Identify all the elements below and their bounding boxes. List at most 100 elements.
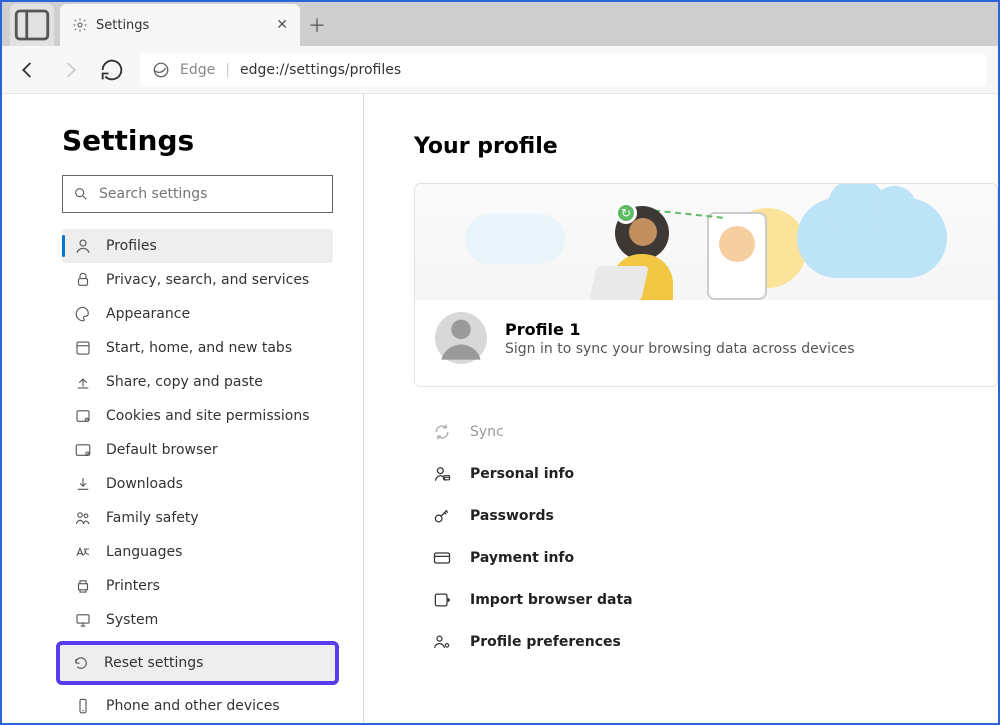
page-title: Your profile: [414, 134, 998, 159]
sidebar-item-label: Printers: [106, 578, 160, 594]
printer-icon: [74, 577, 92, 595]
sidebar-item-share-copy-and-paste[interactable]: Share, copy and paste: [62, 365, 333, 399]
system-icon: [74, 611, 92, 629]
settings-sidebar: Settings Profiles Privacy, search, and se…: [2, 94, 364, 723]
profile-card: Profile 1 Sign in to sync your browsing …: [414, 183, 998, 387]
sidebar-item-label: System: [106, 612, 158, 628]
sidebar-item-label: Appearance: [106, 306, 190, 322]
sidebar-item-label: Start, home, and new tabs: [106, 340, 292, 356]
tab-actions-button[interactable]: [10, 4, 54, 46]
sidebar-item-default-browser[interactable]: Default browser: [62, 433, 333, 467]
start-icon: [74, 339, 92, 357]
option-label: Payment info: [470, 550, 574, 566]
refresh-button[interactable]: [98, 56, 126, 84]
address-separator: |: [225, 62, 230, 78]
cookie-icon: [74, 407, 92, 425]
paint-icon: [74, 305, 92, 323]
option-label: Personal info: [470, 466, 574, 482]
profile-icon: [74, 237, 92, 255]
forward-button[interactable]: [56, 56, 84, 84]
option-label: Passwords: [470, 508, 554, 524]
laptop-illustration: [589, 266, 648, 300]
edge-logo-icon: [152, 61, 170, 79]
sidebar-item-downloads[interactable]: Downloads: [62, 467, 333, 501]
reset-icon: [72, 654, 90, 672]
tab-strip: Settings ✕ ＋: [2, 2, 998, 46]
option-profile-preferences[interactable]: Profile preferences: [414, 621, 998, 663]
phone-illustration: [707, 212, 767, 300]
gear-icon: [72, 17, 88, 33]
search-settings[interactable]: [62, 175, 333, 213]
toolbar: Edge | edge://settings/profiles: [2, 46, 998, 94]
option-passwords[interactable]: Passwords: [414, 495, 998, 537]
main-panel: Your profile Profile 1 Sign in to sync y…: [364, 94, 998, 723]
profile-row[interactable]: Profile 1 Sign in to sync your browsing …: [415, 300, 997, 386]
option-label: Sync: [470, 424, 504, 440]
search-icon: [73, 186, 89, 202]
sidebar-item-label: Privacy, search, and services: [106, 272, 309, 288]
tab-settings[interactable]: Settings ✕: [60, 4, 300, 46]
sidebar-item-label: Profiles: [106, 238, 157, 254]
nav-list: Profiles Privacy, search, and services App…: [62, 229, 333, 723]
sidebar-item-cookies-and-site-permissions[interactable]: Cookies and site permissions: [62, 399, 333, 433]
page-content: Settings Profiles Privacy, search, and se…: [2, 94, 998, 723]
sidebar-item-label: Reset settings: [104, 655, 203, 671]
address-path: edge://settings/profiles: [240, 62, 401, 78]
sidebar-item-privacy-search-and-services[interactable]: Privacy, search, and services: [62, 263, 333, 297]
sidebar-item-family-safety[interactable]: Family safety: [62, 501, 333, 535]
sidebar-item-label: Downloads: [106, 476, 183, 492]
profile-text: Profile 1 Sign in to sync your browsing …: [505, 320, 855, 357]
tab-title: Settings: [96, 18, 149, 33]
sidebar-heading: Settings: [62, 124, 333, 157]
phone-icon: [74, 697, 92, 715]
profile-description: Sign in to sync your browsing data acros…: [505, 341, 855, 357]
avatar: [435, 312, 487, 364]
prefs-icon: [432, 632, 452, 652]
sidebar-item-reset-settings[interactable]: Reset settings: [60, 645, 335, 681]
sidebar-item-appearance[interactable]: Appearance: [62, 297, 333, 331]
sidebar-item-label: Cookies and site permissions: [106, 408, 310, 424]
sidebar-item-label: Share, copy and paste: [106, 374, 263, 390]
profile-name: Profile 1: [505, 320, 855, 339]
highlighted-nav-item: Reset settings: [56, 641, 339, 685]
lock-icon: [74, 271, 92, 289]
import-icon: [432, 590, 452, 610]
sidebar-item-profiles[interactable]: Profiles: [62, 229, 333, 263]
close-tab-button[interactable]: ✕: [276, 17, 288, 33]
new-tab-button[interactable]: ＋: [300, 4, 334, 46]
cloud-icon: [465, 214, 565, 264]
option-label: Profile preferences: [470, 634, 621, 650]
address-host: Edge: [180, 62, 215, 78]
browser-icon: [74, 441, 92, 459]
personal-icon: [432, 464, 452, 484]
profile-options: Sync Personal info Passwords Payment info Im…: [414, 411, 998, 663]
option-import-browser-data[interactable]: Import browser data: [414, 579, 998, 621]
key-icon: [432, 506, 452, 526]
profile-banner: [415, 184, 997, 300]
sidebar-item-printers[interactable]: Printers: [62, 569, 333, 603]
sidebar-item-label: Languages: [106, 544, 182, 560]
option-label: Import browser data: [470, 592, 633, 608]
sidebar-item-phone-and-other-devices[interactable]: Phone and other devices: [62, 689, 333, 723]
option-personal-info[interactable]: Personal info: [414, 453, 998, 495]
back-button[interactable]: [14, 56, 42, 84]
address-bar[interactable]: Edge | edge://settings/profiles: [140, 53, 986, 87]
sidebar-item-languages[interactable]: Languages: [62, 535, 333, 569]
tab-overview-icon: [10, 4, 54, 46]
sidebar-item-label: Phone and other devices: [106, 698, 280, 714]
sidebar-item-start-home-and-new-tabs[interactable]: Start, home, and new tabs: [62, 331, 333, 365]
cloud-icon: [797, 198, 947, 278]
option-payment-info[interactable]: Payment info: [414, 537, 998, 579]
sidebar-item-label: Default browser: [106, 442, 218, 458]
sidebar-item-system[interactable]: System: [62, 603, 333, 637]
search-input[interactable]: [99, 186, 322, 202]
share-icon: [74, 373, 92, 391]
sync-icon: [432, 422, 452, 442]
family-icon: [74, 509, 92, 527]
language-icon: [74, 543, 92, 561]
download-icon: [74, 475, 92, 493]
card-icon: [432, 548, 452, 568]
sync-badge-icon: [615, 202, 637, 224]
sidebar-item-label: Family safety: [106, 510, 199, 526]
option-sync[interactable]: Sync: [414, 411, 998, 453]
